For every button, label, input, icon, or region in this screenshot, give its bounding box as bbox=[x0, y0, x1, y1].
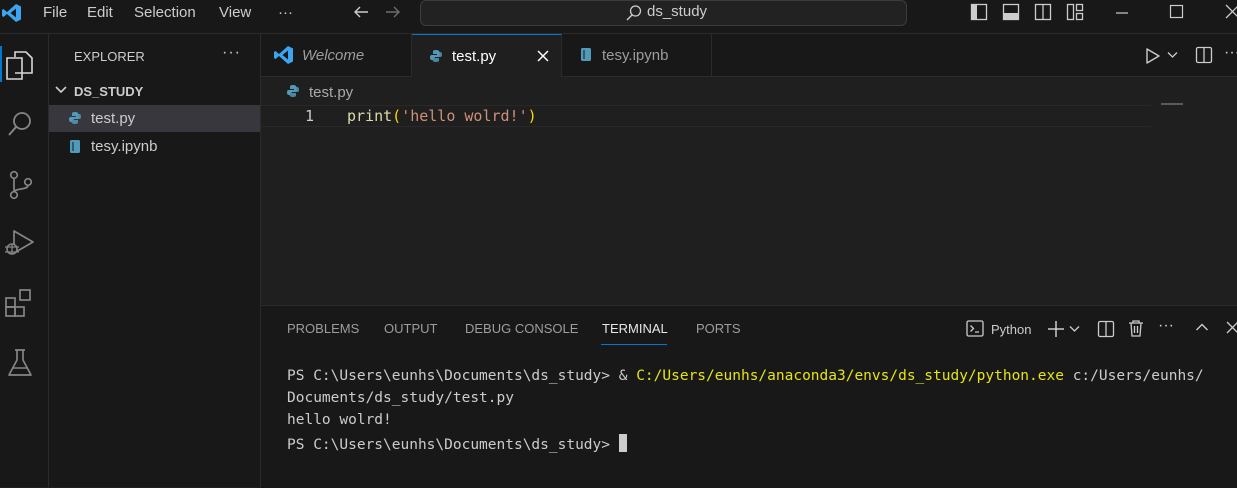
extensions-icon[interactable] bbox=[4, 288, 34, 318]
line-number: 1 bbox=[305, 107, 315, 125]
code-paren-open: ( bbox=[392, 107, 402, 125]
code-line[interactable]: print('hello wolrd!') bbox=[347, 107, 537, 125]
run-python-file-icon[interactable] bbox=[1145, 47, 1161, 65]
customize-layout-icon[interactable] bbox=[1066, 3, 1084, 21]
editor-more-icon[interactable]: ··· bbox=[1224, 44, 1237, 62]
back-arrow-icon[interactable] bbox=[352, 4, 370, 20]
menu-more[interactable]: ··· bbox=[278, 0, 293, 26]
close-window-icon[interactable] bbox=[1225, 4, 1237, 20]
file-item-test-py[interactable]: test.py bbox=[49, 105, 260, 132]
close-tab-icon[interactable] bbox=[537, 50, 549, 62]
command-center-label: ds_study bbox=[647, 3, 708, 20]
minimap[interactable] bbox=[1161, 103, 1183, 105]
activity-bar bbox=[0, 34, 49, 487]
explorer-sidebar: EXPLORER ··· DS_STUDY test.py tesy.ipynb bbox=[49, 34, 261, 487]
file-item-tesy-ipynb[interactable]: tesy.ipynb bbox=[49, 133, 260, 160]
bottom-panel: PROBLEMS OUTPUT DEBUG CONSOLE TERMINAL P… bbox=[261, 305, 1237, 488]
tab-welcome[interactable]: Welcome bbox=[261, 34, 412, 76]
terminal-shell-label[interactable]: Python bbox=[991, 322, 1031, 337]
menu-edit[interactable]: Edit bbox=[87, 0, 113, 26]
terminal-exe-path: C:/Users/eunhs/anaconda3/envs/ds_study/p… bbox=[636, 368, 1064, 384]
tab-test-py[interactable]: test.py bbox=[412, 34, 562, 77]
file-name: test.py bbox=[91, 110, 136, 127]
menu-file[interactable]: File bbox=[43, 0, 67, 26]
toggle-primary-sidebar-icon[interactable] bbox=[970, 3, 988, 21]
terminal-icon bbox=[966, 320, 984, 337]
new-terminal-plus-icon[interactable] bbox=[1047, 320, 1065, 338]
terminal-dropdown-chevron-icon[interactable] bbox=[1069, 325, 1080, 333]
split-terminal-icon[interactable] bbox=[1097, 320, 1115, 338]
command-center[interactable]: ds_study bbox=[420, 0, 907, 26]
split-editor-icon[interactable] bbox=[1195, 46, 1213, 64]
tab-terminal[interactable]: TERMINAL bbox=[602, 321, 668, 336]
tab-label: Welcome bbox=[302, 47, 365, 64]
terminal-arg: c:/Users/eunhs/ bbox=[1063, 368, 1204, 384]
breadcrumb[interactable]: test.py bbox=[309, 84, 353, 101]
maximize-panel-chevron-up-icon[interactable] bbox=[1195, 322, 1209, 332]
vscode-logo-icon bbox=[2, 3, 22, 23]
search-icon bbox=[625, 4, 643, 22]
active-indicator bbox=[0, 46, 2, 82]
tab-output[interactable]: OUTPUT bbox=[384, 321, 437, 336]
explorer-icon[interactable] bbox=[5, 49, 35, 81]
tab-ports[interactable]: PORTS bbox=[696, 321, 741, 336]
python-file-icon bbox=[68, 111, 82, 125]
chevron-down-icon bbox=[55, 85, 67, 95]
active-tab-underline bbox=[601, 344, 667, 345]
vscode-logo-icon bbox=[274, 45, 294, 65]
search-sidebar-icon[interactable] bbox=[7, 110, 35, 138]
toggle-secondary-sidebar-icon[interactable] bbox=[1034, 3, 1052, 21]
title-bar: File Edit Selection View ··· ds_study bbox=[0, 0, 1237, 34]
close-panel-icon[interactable] bbox=[1226, 321, 1237, 334]
terminal-operator: & bbox=[618, 368, 637, 384]
tab-problems[interactable]: PROBLEMS bbox=[287, 321, 359, 336]
menu-view[interactable]: View bbox=[219, 0, 251, 26]
forward-arrow-icon[interactable] bbox=[384, 4, 402, 20]
menu-selection[interactable]: Selection bbox=[134, 0, 196, 26]
tab-tesy-ipynb[interactable]: tesy.ipynb bbox=[562, 34, 712, 76]
run-debug-icon[interactable] bbox=[4, 228, 34, 258]
folder-name: DS_STUDY bbox=[74, 84, 144, 99]
python-file-icon bbox=[286, 84, 300, 98]
editor-area[interactable]: test.py 1 print('hello wolrd!') bbox=[261, 77, 1237, 305]
tab-debug-console[interactable]: DEBUG CONSOLE bbox=[465, 321, 578, 336]
notebook-file-icon bbox=[580, 47, 592, 62]
python-file-icon bbox=[429, 49, 443, 63]
file-name: tesy.ipynb bbox=[91, 138, 158, 155]
terminal-output: hello wolrd! bbox=[287, 412, 392, 428]
folder-row[interactable]: DS_STUDY bbox=[49, 78, 260, 104]
tab-label: tesy.ipynb bbox=[602, 47, 669, 64]
code-paren-close: ) bbox=[527, 107, 537, 125]
maximize-icon[interactable] bbox=[1169, 4, 1185, 20]
minimize-icon[interactable] bbox=[1115, 11, 1129, 15]
toggle-panel-icon[interactable] bbox=[1002, 3, 1020, 21]
terminal-cursor bbox=[618, 434, 627, 452]
trash-icon[interactable] bbox=[1128, 319, 1144, 338]
testing-flask-icon[interactable] bbox=[7, 348, 33, 378]
source-control-icon[interactable] bbox=[7, 170, 35, 200]
terminal-prompt: PS C:\Users\eunhs\Documents\ds_study> bbox=[287, 437, 619, 453]
code-function: print bbox=[347, 107, 393, 125]
terminal-line-1: PS C:\Users\eunhs\Documents\ds_study> & … bbox=[287, 368, 1204, 384]
panel-more-icon[interactable]: ··· bbox=[1158, 317, 1174, 335]
explorer-more-icon[interactable]: ··· bbox=[222, 44, 241, 62]
terminal-line-2: Documents/ds_study/test.py bbox=[287, 390, 514, 406]
editor-tab-bar: Welcome test.py tesy.ipynb ··· bbox=[261, 34, 1237, 77]
terminal-prompt: PS C:\Users\eunhs\Documents\ds_study> bbox=[287, 368, 619, 384]
terminal-line-4[interactable]: PS C:\Users\eunhs\Documents\ds_study> bbox=[287, 434, 627, 453]
notebook-file-icon bbox=[69, 139, 81, 154]
run-options-chevron-icon[interactable] bbox=[1167, 51, 1178, 59]
code-string: 'hello wolrd!' bbox=[401, 107, 528, 125]
explorer-title: EXPLORER bbox=[74, 49, 145, 64]
tab-label: test.py bbox=[452, 48, 497, 65]
